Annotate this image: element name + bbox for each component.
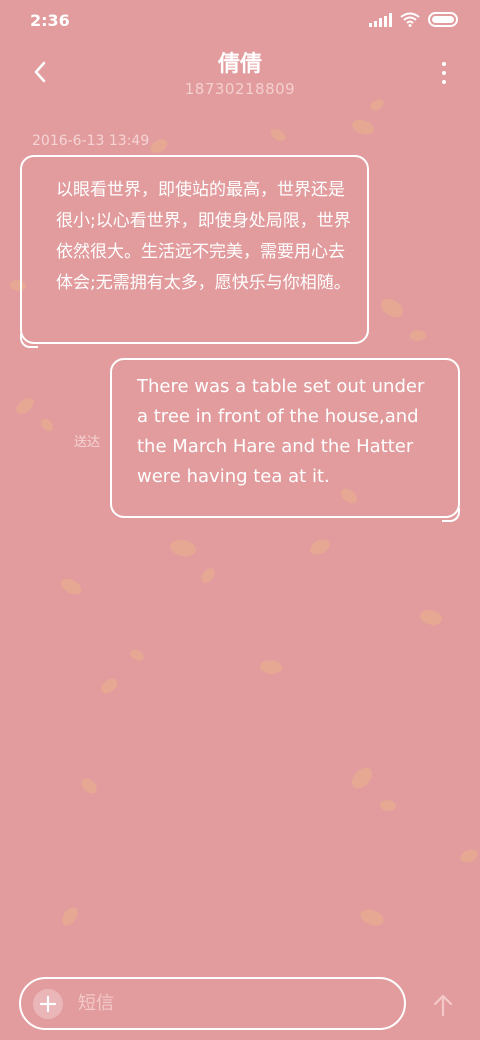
plus-icon [40, 996, 56, 1012]
message-composer [19, 977, 406, 1030]
status-time: 2:36 [30, 11, 70, 30]
add-attachment-button[interactable] [33, 989, 63, 1019]
message-text: 以眼看世界，即使站的最高，世界还是很小;以心看世界，即使身处局限，世界依然很大。… [56, 180, 351, 293]
outgoing-message-bubble[interactable]: There was a table set out under a tree i… [110, 358, 460, 522]
message-text: There was a table set out under a tree i… [137, 376, 425, 487]
wifi-icon [400, 12, 420, 27]
contact-name: 倩倩 [217, 52, 262, 77]
more-options-button[interactable] [434, 58, 454, 88]
status-bar: 2:36 [0, 0, 480, 40]
signal-icon [369, 12, 392, 27]
send-button[interactable] [428, 990, 458, 1020]
arrow-up-icon [433, 994, 453, 1016]
incoming-message-bubble[interactable]: 以眼看世界，即使站的最高，世界还是很小;以心看世界，即使身处局限，世界依然很大。… [20, 155, 369, 348]
contact-number: 18730218809 [184, 80, 296, 98]
message-timestamp: 2016-6-13 13:49 [32, 133, 150, 149]
more-vertical-icon [442, 62, 446, 66]
status-icons [369, 12, 458, 27]
battery-icon [428, 12, 458, 27]
contact-title: 倩倩 18730218809 [0, 46, 480, 98]
delivery-status: 送达 [74, 435, 101, 450]
sms-input[interactable] [78, 979, 388, 1028]
conversation-header: 倩倩 18730218809 [0, 40, 480, 110]
